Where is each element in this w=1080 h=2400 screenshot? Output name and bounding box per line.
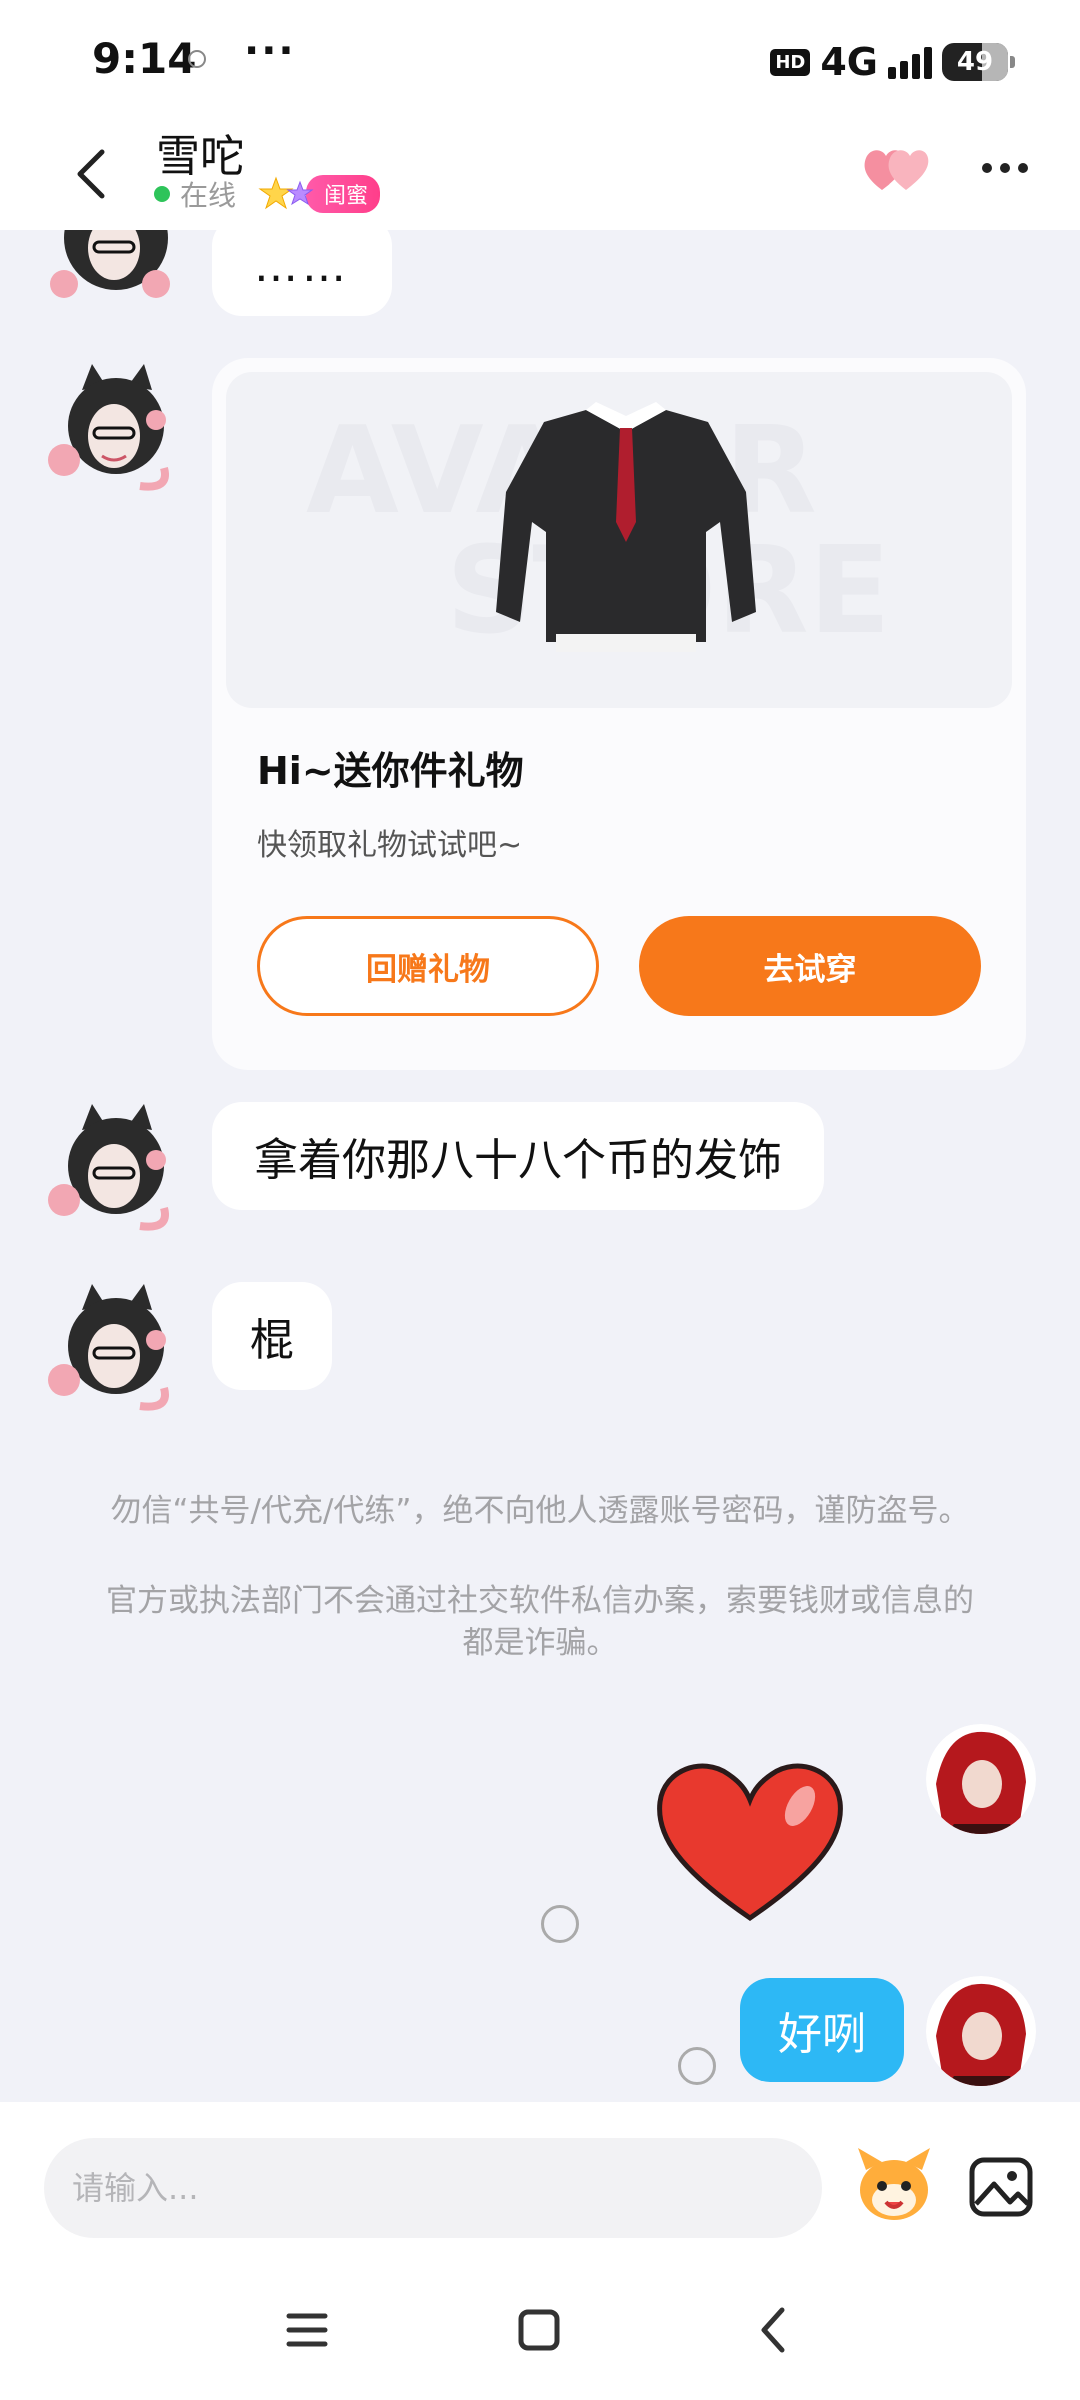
- message-bubble[interactable]: ……: [212, 230, 392, 316]
- intimacy-heart-icon[interactable]: [860, 138, 930, 198]
- home-nav-button[interactable]: [494, 2290, 584, 2370]
- read-status-icon: [678, 2047, 716, 2085]
- home-square-icon: [518, 2309, 560, 2351]
- gift-image: AVATAR STORE: [226, 372, 1012, 708]
- online-status-text: 在线: [180, 179, 237, 212]
- message-input[interactable]: [44, 2138, 822, 2238]
- signal-icon: [888, 45, 932, 79]
- cardigan-image: AVATAR STORE: [306, 402, 891, 661]
- status-time: 9:14: [92, 34, 197, 83]
- status-right-group: HD 4G 49: [770, 40, 1015, 84]
- menu-icon: [286, 2313, 328, 2347]
- battery-icon: 49: [942, 43, 1015, 81]
- more-options-button[interactable]: [970, 148, 1040, 188]
- gift-title: Hi~送你件礼物: [257, 749, 524, 793]
- network-type: 4G: [820, 40, 878, 84]
- more-notifications-icon: ···: [244, 28, 296, 74]
- contact-avatar[interactable]: [44, 360, 182, 498]
- notification-icon: [188, 50, 206, 68]
- emoji-icon[interactable]: [852, 2144, 936, 2228]
- back-button[interactable]: [52, 134, 132, 214]
- safety-notice: 勿信“共号/代充/代练”，绝不向他人透露账号密码，谨防盗号。: [110, 1493, 970, 1529]
- my-avatar[interactable]: [926, 1976, 1036, 2086]
- hd-badge: HD: [770, 48, 811, 76]
- contact-avatar[interactable]: [44, 1280, 182, 1418]
- system-nav-bar: [0, 2260, 1080, 2400]
- chevron-left-icon: [77, 149, 105, 199]
- back-chevron-icon: [761, 2307, 785, 2353]
- message-bubble[interactable]: 棍: [212, 1282, 332, 1390]
- safety-notice: 官方或执法部门不会通过社交软件私信办案，索要钱财或信息的都是诈骗。: [106, 1583, 974, 1661]
- contact-avatar[interactable]: [44, 1100, 182, 1238]
- status-bar: 9:14 ··· HD 4G 49: [0, 0, 1080, 120]
- stars-icon: [258, 176, 314, 210]
- image-icon[interactable]: [966, 2152, 1036, 2222]
- return-gift-button[interactable]: 回赠礼物: [257, 916, 599, 1016]
- battery-level: 49: [956, 47, 994, 77]
- contact-avatar[interactable]: [44, 230, 182, 306]
- heart-sticker[interactable]: [650, 1750, 850, 1930]
- chat-header: 雪咜 在线 闺蜜: [0, 120, 1080, 230]
- bff-badge[interactable]: 闺蜜: [256, 175, 381, 213]
- gift-card[interactable]: AVATAR STORE Hi~送你件礼物 快领取礼物试试吧~ 回赠礼物 去试穿: [212, 358, 1026, 1070]
- message-bubble[interactable]: 拿着你那八十八个币的发饰: [212, 1102, 824, 1210]
- read-status-icon: [541, 1905, 579, 1943]
- online-dot-icon: [154, 186, 170, 202]
- online-status: 在线 闺蜜: [154, 174, 381, 214]
- chat-messages[interactable]: …… AVATAR STORE Hi~送你件礼物 快领取礼物试试吧~ 回赠礼物 …: [0, 230, 1080, 2102]
- input-bar: [0, 2102, 1080, 2260]
- my-message-bubble[interactable]: 好咧: [740, 1978, 904, 2082]
- menu-nav-button[interactable]: [262, 2290, 352, 2370]
- back-nav-button[interactable]: [728, 2290, 818, 2370]
- gift-description: 快领取礼物试试吧~: [257, 828, 523, 863]
- my-avatar[interactable]: [926, 1724, 1036, 1834]
- try-on-button[interactable]: 去试穿: [639, 916, 981, 1016]
